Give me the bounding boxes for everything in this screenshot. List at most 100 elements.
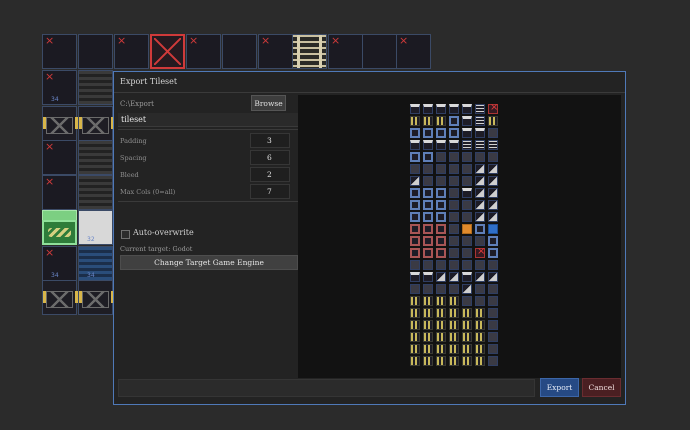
preview-tile xyxy=(475,152,485,162)
tile[interactable]: × 34 xyxy=(42,246,77,281)
preview-tile xyxy=(449,248,459,258)
preview-tile xyxy=(436,344,446,354)
tile-white[interactable]: 32 xyxy=(78,210,113,245)
x-marker-icon: × xyxy=(45,246,55,259)
preview-tile xyxy=(449,128,459,138)
x-marker-icon: × xyxy=(117,34,127,47)
status-bar xyxy=(118,379,535,397)
tile[interactable] xyxy=(222,34,257,69)
tile[interactable]: × xyxy=(42,34,77,69)
preview-tile xyxy=(449,188,459,198)
tileset-preview[interactable] xyxy=(298,95,621,378)
preview-tile xyxy=(449,104,459,114)
preview-tile xyxy=(475,296,485,306)
max-cols-field[interactable]: 7 xyxy=(250,184,290,199)
preview-tile xyxy=(410,236,420,246)
cancel-button[interactable]: Cancel xyxy=(582,378,621,397)
export-tileset-dialog: Export Tileset C:\Export Browse Padding … xyxy=(113,71,626,405)
preview-tile xyxy=(475,140,485,150)
tile-red-box[interactable] xyxy=(150,34,185,69)
preview-tile xyxy=(436,140,446,150)
preview-tile xyxy=(436,188,446,198)
tile-crate[interactable] xyxy=(42,106,77,141)
preview-tile xyxy=(488,224,498,234)
tile-crate[interactable] xyxy=(42,280,77,315)
tile[interactable]: × xyxy=(396,34,431,69)
divider xyxy=(118,201,298,202)
preview-tile xyxy=(475,128,485,138)
tile-ladder[interactable] xyxy=(292,34,327,69)
preview-tile xyxy=(488,116,498,126)
preview-tile xyxy=(449,176,459,186)
preview-tile xyxy=(488,308,498,318)
preview-tile xyxy=(488,236,498,246)
preview-tile xyxy=(436,200,446,210)
bleed-field[interactable]: 2 xyxy=(250,167,290,182)
preview-tile xyxy=(475,272,485,282)
preview-tile xyxy=(436,116,446,126)
tile[interactable] xyxy=(78,34,113,69)
preview-tile xyxy=(475,320,485,330)
change-target-engine-button[interactable]: Change Target Game Engine xyxy=(120,255,298,270)
preview-tile xyxy=(410,116,420,126)
preview-tile xyxy=(410,176,420,186)
preview-tilesheet xyxy=(410,102,510,369)
tile[interactable]: × xyxy=(42,140,77,175)
tile[interactable]: × xyxy=(42,175,77,210)
preview-tile xyxy=(488,176,498,186)
tile-selected-hazard[interactable] xyxy=(42,220,77,245)
browse-button[interactable]: Browse xyxy=(251,95,286,111)
filename-input[interactable] xyxy=(118,113,298,127)
preview-tile xyxy=(449,272,459,282)
preview-tile xyxy=(462,344,472,354)
tile-crate[interactable] xyxy=(78,106,113,141)
preview-tile xyxy=(410,188,420,198)
preview-tile xyxy=(475,356,485,366)
preview-tile xyxy=(423,128,433,138)
tile[interactable]: × xyxy=(114,34,149,69)
preview-tile xyxy=(423,200,433,210)
preview-tile xyxy=(436,152,446,162)
preview-tile xyxy=(488,140,498,150)
auto-overwrite-checkbox[interactable] xyxy=(121,230,130,239)
preview-tile xyxy=(449,140,459,150)
preview-tile xyxy=(449,116,459,126)
preview-tile xyxy=(410,200,420,210)
tile[interactable]: × 34 xyxy=(42,70,77,105)
preview-tile xyxy=(423,152,433,162)
preview-tile xyxy=(488,200,498,210)
preview-tile xyxy=(449,284,459,294)
tile-chain[interactable] xyxy=(78,70,113,105)
padding-field[interactable]: 3 xyxy=(250,133,290,148)
preview-tile xyxy=(436,128,446,138)
tile[interactable]: × xyxy=(258,34,293,69)
tile[interactable] xyxy=(362,34,397,69)
preview-tile xyxy=(462,320,472,330)
tile-crate[interactable] xyxy=(78,280,113,315)
x-marker-icon: × xyxy=(45,175,55,188)
preview-tile xyxy=(410,212,420,222)
preview-tile xyxy=(462,224,472,234)
preview-tile xyxy=(449,344,459,354)
spacing-label: Spacing xyxy=(120,154,147,162)
tile[interactable]: × xyxy=(328,34,363,69)
preview-tile xyxy=(436,308,446,318)
preview-tile xyxy=(475,236,485,246)
tile[interactable]: × xyxy=(186,34,221,69)
tile-chain[interactable] xyxy=(78,175,113,210)
export-button[interactable]: Export xyxy=(540,378,579,397)
preview-tile xyxy=(410,320,420,330)
tile-blue[interactable]: 34 xyxy=(78,246,113,281)
preview-tile xyxy=(410,272,420,282)
max-cols-label: Max Cols (0=all) xyxy=(120,188,176,196)
preview-tile xyxy=(423,140,433,150)
preview-tile xyxy=(423,296,433,306)
spacing-field[interactable]: 6 xyxy=(250,150,290,165)
preview-tile xyxy=(449,164,459,174)
preview-tile xyxy=(475,284,485,294)
preview-tile xyxy=(462,296,472,306)
tile-chain[interactable] xyxy=(78,140,113,175)
preview-tile xyxy=(410,344,420,354)
preview-tile xyxy=(436,164,446,174)
preview-tile xyxy=(462,212,472,222)
